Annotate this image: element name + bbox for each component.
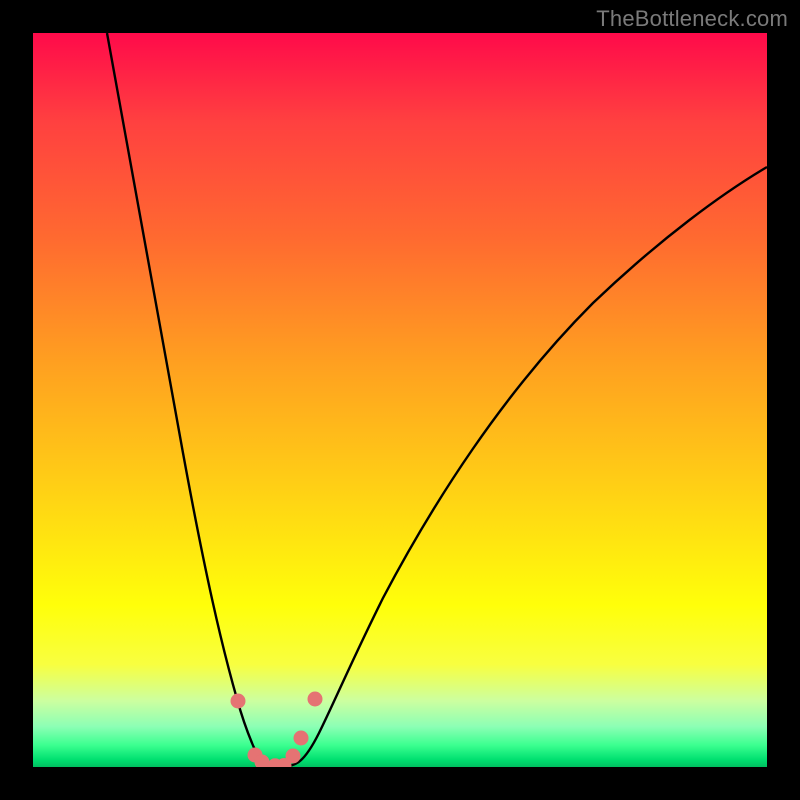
plot-area	[33, 33, 767, 767]
curve-marker	[286, 749, 301, 764]
curve-marker	[308, 692, 323, 707]
curve-marker	[231, 694, 246, 709]
curve-layer	[33, 33, 767, 767]
curve-marker	[294, 731, 309, 746]
watermark-text: TheBottleneck.com	[596, 6, 788, 32]
bottleneck-curve	[107, 33, 767, 767]
marker-group	[231, 692, 323, 768]
chart-frame: TheBottleneck.com	[0, 0, 800, 800]
